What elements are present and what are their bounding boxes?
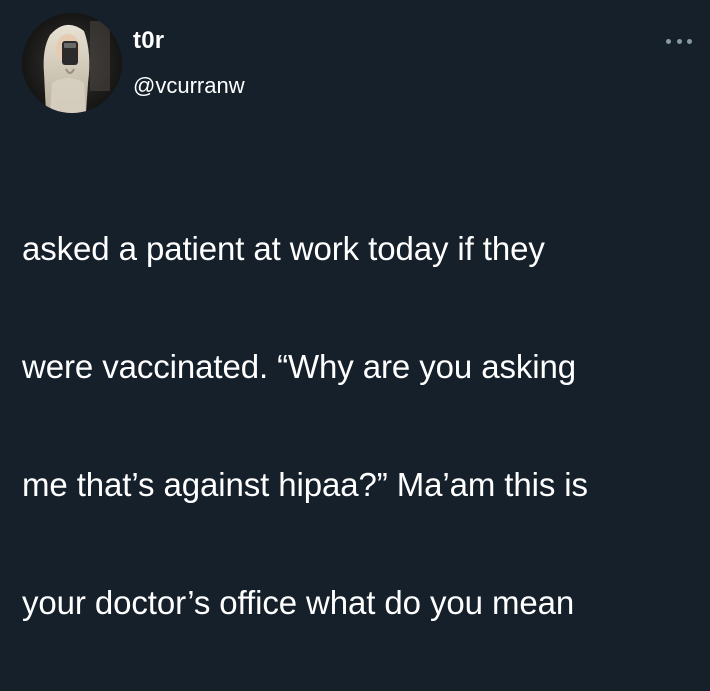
tweet-card: t0r @vcurranw asked a patient at work to… — [0, 0, 710, 621]
dot-icon — [687, 38, 692, 44]
tweet-text: asked a patient at work today if they we… — [22, 160, 702, 691]
avatar[interactable] — [22, 13, 122, 113]
tweet-line: asked a patient at work today if they — [22, 230, 545, 267]
tweet-line: your doctor’s office what do you mean — [22, 584, 575, 621]
tweet-line: were vaccinated. “Why are you asking — [22, 348, 576, 385]
display-name[interactable]: t0r — [133, 27, 164, 55]
dot-icon — [676, 38, 682, 44]
profile-photo-icon — [22, 13, 122, 113]
dot-icon — [666, 38, 671, 44]
user-handle[interactable]: @vcurranw — [133, 73, 245, 99]
tweet-line: me that’s against hipaa?” Ma’am this is — [22, 466, 588, 503]
more-options-icon[interactable] — [666, 32, 692, 50]
